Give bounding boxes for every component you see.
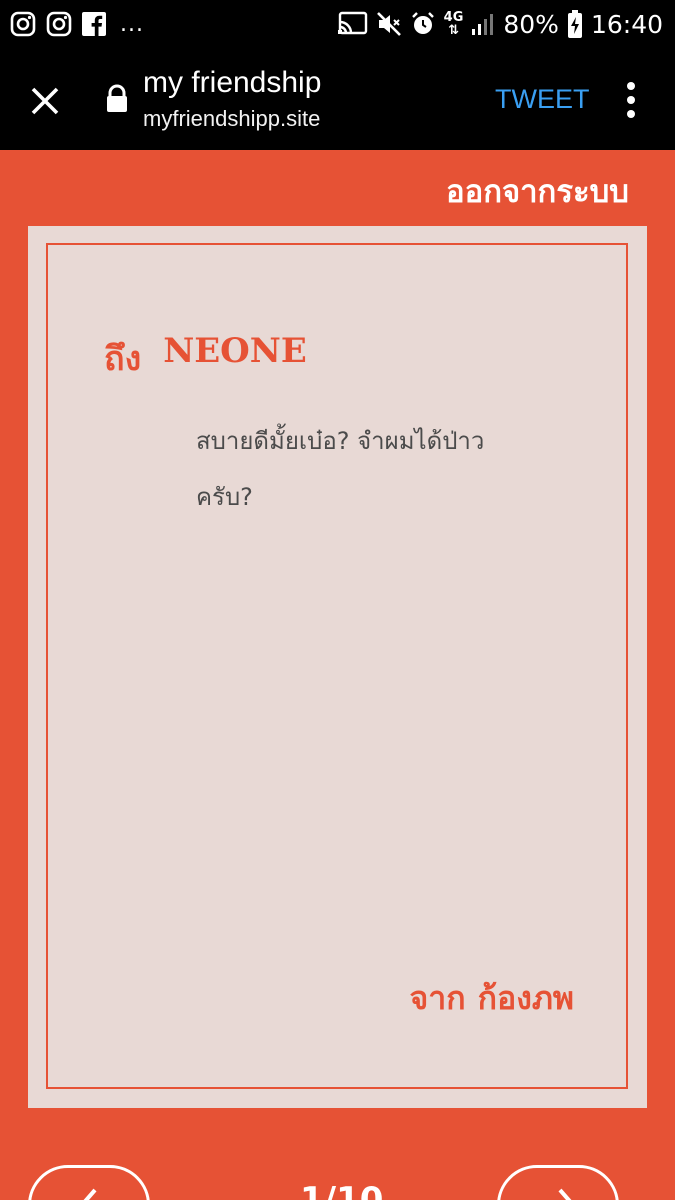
message-line: สบายดีมั้ยเบ๋อ? จำผมได้ป่าว <box>196 427 485 455</box>
sender-name: ก้องภพ <box>477 979 574 1017</box>
previous-button[interactable] <box>28 1165 150 1200</box>
battery-percent: 80% <box>503 9 559 39</box>
battery-charging-icon <box>567 10 583 38</box>
close-icon <box>31 87 59 115</box>
alarm-icon <box>410 11 436 37</box>
sender-line: จาก ก้องภพ <box>410 973 575 1024</box>
chevron-right-icon <box>558 1188 572 1200</box>
data-arrows-icon: ⇅ <box>448 23 459 38</box>
page-indicator: 1/10 <box>300 1180 384 1200</box>
recipient-name: NEONE <box>163 331 307 371</box>
recipient-line: ถึง NEONE <box>104 331 307 385</box>
cast-icon <box>337 11 368 37</box>
status-bar: ... 4G ⇅ 80% 16:40 <box>0 0 675 48</box>
site-title: my friendship <box>143 66 322 99</box>
facebook-icon <box>82 12 106 36</box>
mute-icon <box>376 11 402 37</box>
lock-icon <box>104 84 130 114</box>
letter-message: สบายดีมั้ยเบ๋อ? จำผมได้ป่าว ครับ? <box>196 413 576 525</box>
more-notifications: ... <box>120 11 144 37</box>
letter-card: ถึง NEONE สบายดีมั้ยเบ๋อ? จำผมได้ป่าว คร… <box>28 226 647 1108</box>
instagram-icon <box>46 11 72 37</box>
browser-toolbar: my friendship myfriendshipp.site TWEET <box>0 48 675 150</box>
to-prefix: ถึง <box>104 339 142 379</box>
site-url: myfriendshipp.site <box>143 106 321 131</box>
signal-icon <box>471 12 495 36</box>
more-dot <box>627 82 635 90</box>
more-dot <box>627 110 635 118</box>
status-right-icons: 4G ⇅ 80% 16:40 <box>337 8 663 40</box>
letter-border: ถึง NEONE สบายดีมั้ยเบ๋อ? จำผมได้ป่าว คร… <box>46 243 628 1089</box>
network-4g-icon: 4G ⇅ <box>444 11 464 37</box>
instagram-icon <box>10 11 36 37</box>
chevron-left-icon <box>83 1188 97 1200</box>
more-dot <box>627 96 635 104</box>
from-prefix: จาก <box>409 979 466 1017</box>
logout-link[interactable]: ออกจากระบบ <box>446 166 629 216</box>
next-button[interactable] <box>497 1165 619 1200</box>
close-button[interactable] <box>24 80 66 122</box>
tweet-button[interactable]: TWEET <box>495 84 590 115</box>
message-line: ครับ? <box>196 483 253 511</box>
more-options-button[interactable] <box>616 80 646 120</box>
clock-time: 16:40 <box>590 9 663 39</box>
status-left-icons: ... <box>10 8 144 40</box>
